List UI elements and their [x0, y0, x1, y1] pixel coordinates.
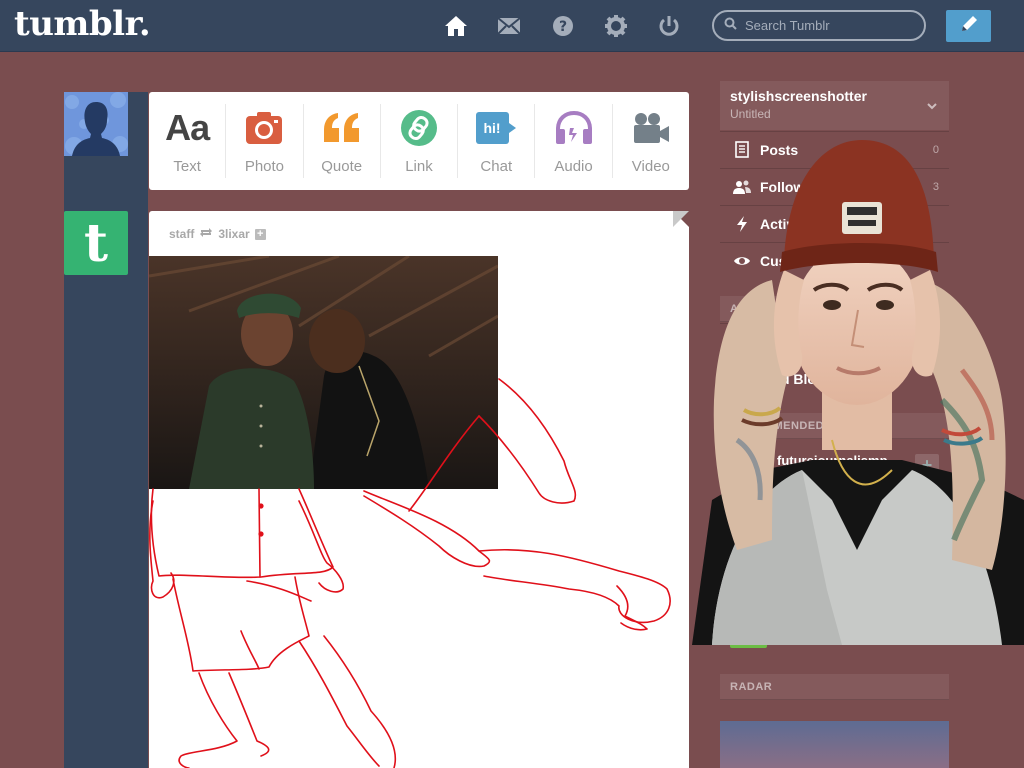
camera-icon — [245, 108, 283, 148]
blog-title: AMANDA KAY HUGHES — [777, 521, 909, 536]
text-icon: Aa — [165, 107, 210, 148]
follow-button[interactable]: + — [915, 454, 939, 478]
sidebar-item-customize[interactable]: Customize — [720, 242, 949, 278]
chevron-down-icon — [927, 97, 937, 115]
staff-avatar[interactable]: t — [64, 211, 128, 275]
tumblr-logo[interactable]: tumblr. — [14, 4, 151, 44]
radar-post-preview[interactable] — [720, 721, 949, 768]
search-input[interactable] — [745, 18, 915, 33]
dashboard-rail — [64, 92, 148, 768]
quote-icon — [322, 108, 362, 148]
sidebar-item-followers[interactable]: Followers 3 — [720, 168, 949, 204]
follow-button[interactable]: + — [915, 562, 939, 586]
recommended-blog[interactable]: futurejournalismp The + — [720, 440, 949, 494]
sidebar-item-posts[interactable]: Posts 0 — [720, 131, 949, 167]
mail-icon[interactable] — [496, 13, 522, 39]
top-nav-bar: tumblr. ? — [0, 0, 1024, 52]
blog-name: amandakayhughes — [777, 506, 895, 522]
blog-title: Hot In Cleveland Blog — [777, 629, 894, 644]
search-icon — [724, 17, 737, 35]
sidebar-item-following[interactable]: Following 2 blogs — [720, 323, 949, 359]
blog-title: The — [777, 467, 798, 482]
sidebar-item-find-blogs[interactable]: Find Blogs — [720, 360, 949, 396]
blog-avatar — [730, 556, 767, 594]
recommended-blog[interactable]: amandakayhughes AMANDA KAY HUGHES + — [720, 494, 949, 548]
add-user-icon — [732, 332, 752, 351]
followers-icon — [732, 180, 752, 194]
home-icon[interactable] — [443, 13, 469, 39]
sidebar-item-activity[interactable]: Activity — [720, 205, 949, 241]
posts-icon — [732, 141, 752, 158]
dashboard-post: staff 3lixar + — [149, 211, 689, 768]
recommended-blog[interactable]: gender-and-science Gender and Science + — [720, 548, 949, 602]
blog-name: futurejournalismp — [777, 452, 888, 468]
chat-icon: hi! — [475, 108, 517, 148]
video-camera-icon — [632, 108, 670, 148]
follow-button[interactable]: + — [915, 616, 939, 640]
blog-name: gender-and-science — [777, 560, 900, 576]
search-box[interactable] — [712, 10, 926, 41]
svg-text:?: ? — [559, 19, 567, 35]
spinner-icon — [732, 369, 752, 388]
post-video-button[interactable]: Video — [613, 104, 689, 178]
recommended-blog[interactable]: hotincleveland Hot In Cleveland Blog + — [720, 602, 949, 656]
headphones-icon — [554, 108, 594, 148]
post-text-button[interactable]: Aa Text — [149, 104, 227, 178]
blog-avatar — [730, 610, 767, 648]
recommended-section-header: RECOMMENDED BLOGS — [720, 413, 949, 439]
power-icon[interactable] — [656, 13, 682, 39]
link-icon — [400, 108, 437, 148]
blog-avatar — [730, 448, 767, 486]
eye-icon — [732, 255, 752, 267]
blog-avatar — [730, 502, 767, 540]
blog-name: hotincleveland — [777, 614, 869, 630]
activity-icon — [732, 215, 752, 233]
post-type-bar: Aa Text Photo Quote Link hi! Chat Audio — [149, 92, 689, 190]
blog-selector[interactable]: stylishscreenshotter Untitled — [720, 81, 949, 130]
blog-subtitle: Untitled — [730, 107, 771, 121]
blog-title: Gender and Science — [777, 575, 887, 590]
compose-button[interactable] — [946, 10, 991, 42]
account-section-header: ACCOUNT — [720, 296, 949, 322]
help-icon[interactable]: ? — [550, 13, 576, 39]
post-quote-button[interactable]: Quote — [304, 104, 381, 178]
user-avatar[interactable] — [64, 92, 128, 156]
post-chat-button[interactable]: hi! Chat — [458, 104, 536, 178]
svg-text:hi!: hi! — [484, 120, 501, 136]
red-doodle-drawing — [149, 378, 671, 768]
post-link-button[interactable]: Link — [381, 104, 459, 178]
post-photo-button[interactable]: Photo — [226, 104, 304, 178]
blog-name: stylishscreenshotter — [730, 88, 867, 104]
follow-button[interactable]: + — [915, 508, 939, 532]
gear-icon[interactable] — [603, 13, 629, 39]
radar-section-header: RADAR — [720, 674, 949, 700]
pencil-icon — [959, 14, 979, 39]
post-audio-button[interactable]: Audio — [535, 104, 613, 178]
